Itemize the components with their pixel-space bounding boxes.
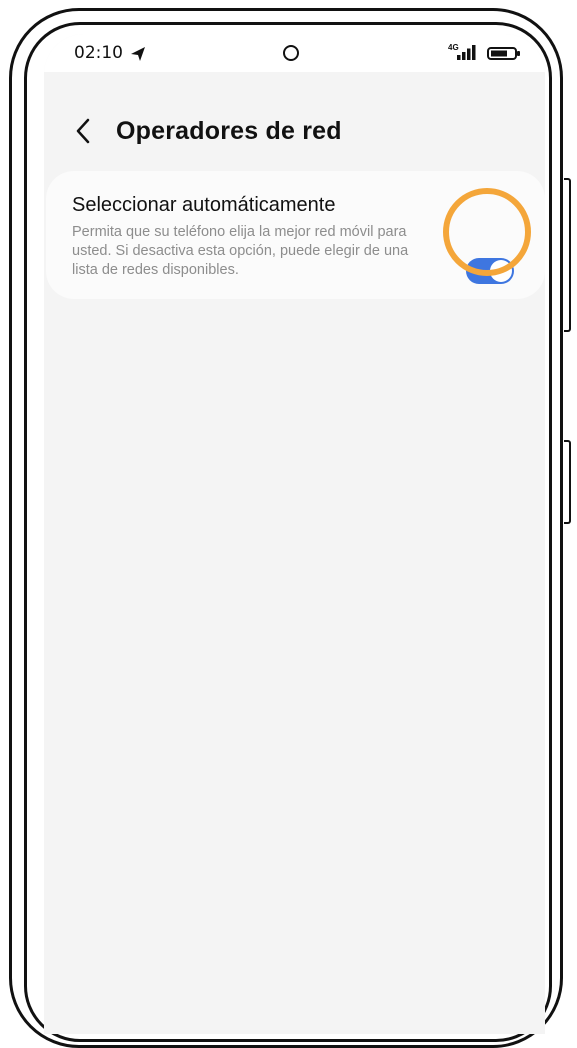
status-time: 02:10 xyxy=(74,43,123,63)
setting-title: Seleccionar automáticamente xyxy=(72,194,336,216)
location-arrow-icon xyxy=(131,47,145,61)
screen: 02:10 4G Operadores de red Seleccionar a… xyxy=(44,34,545,1034)
highlight-ring xyxy=(443,188,531,276)
page-header: Operadores de red xyxy=(44,112,545,152)
camera-cutout xyxy=(283,45,299,61)
volume-button xyxy=(564,178,571,332)
power-button xyxy=(564,440,571,524)
page-title: Operadores de red xyxy=(116,117,342,145)
signal-icon xyxy=(457,45,476,60)
battery-icon xyxy=(487,47,520,60)
status-bar: 02:10 4G xyxy=(44,34,545,72)
setting-description: Permita que su teléfono elija la mejor r… xyxy=(72,224,409,278)
chevron-left-icon[interactable] xyxy=(74,117,92,145)
